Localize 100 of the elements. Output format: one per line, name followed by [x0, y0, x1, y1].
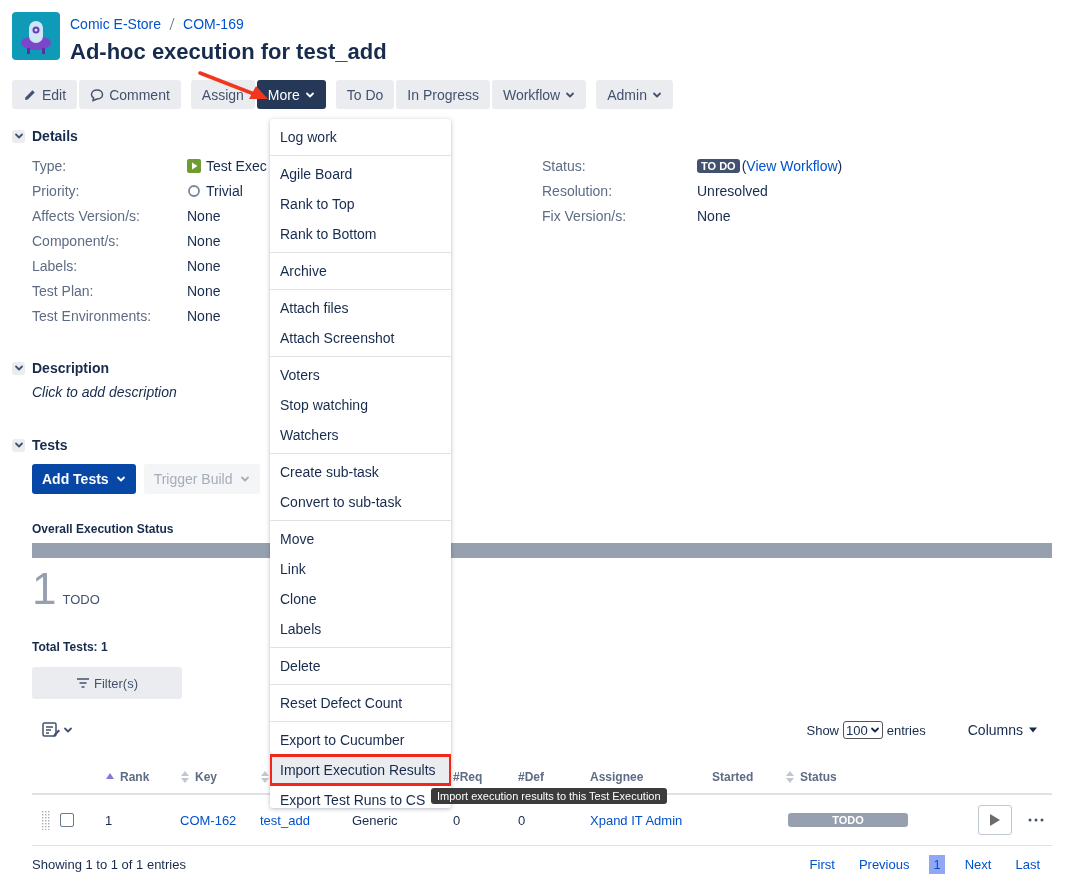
column-header[interactable]: #Req: [453, 770, 483, 784]
filter-button[interactable]: Filter(s): [32, 667, 182, 699]
collapse-toggle[interactable]: [12, 129, 25, 143]
toolbar-button[interactable]: More: [256, 80, 326, 109]
circle-icon: [187, 183, 201, 198]
entries-label: entries: [886, 722, 926, 738]
field-label: Test Environments:: [32, 307, 153, 324]
caret-down-icon: [1028, 727, 1038, 733]
collapse-toggle[interactable]: [12, 361, 25, 375]
field-value: None: [187, 307, 221, 324]
field-label: Affects Version/s:: [32, 207, 141, 224]
toolbar-button[interactable]: In Progress: [396, 80, 490, 109]
menu-item[interactable]: Import Execution Results: [270, 755, 451, 785]
pagination-link[interactable]: First: [805, 855, 839, 874]
menu-item[interactable]: Stop watching: [270, 390, 451, 420]
column-header[interactable]: Started: [712, 770, 754, 784]
annotation-arrow: [198, 70, 270, 102]
chevron-down-icon: [115, 474, 126, 484]
drag-handle-icon: [41, 810, 51, 830]
column-header[interactable]: #Def: [518, 770, 544, 784]
collapse-toggle[interactable]: [12, 438, 25, 452]
parenthesis: (: [741, 157, 747, 174]
field-value: None: [187, 207, 221, 224]
page-size-select[interactable]: 100: [843, 721, 883, 739]
requirements-cell-text: 0: [453, 812, 462, 828]
pagination-link[interactable]: Last: [1011, 855, 1044, 874]
parenthesis: ): [837, 157, 843, 174]
chevron-down-icon: [13, 440, 24, 450]
menu-item[interactable]: Log work: [270, 122, 451, 152]
column-header[interactable]: Rank: [120, 770, 150, 784]
section-heading: Tests: [32, 437, 68, 453]
breadcrumb-link[interactable]: COM-169: [183, 16, 244, 32]
section-heading: Description: [32, 360, 109, 376]
issue-title: Ad-hoc execution for test_add: [70, 38, 387, 66]
assignee-link[interactable]: Xpand IT Admin: [590, 812, 683, 828]
description-placeholder[interactable]: Click to add description: [32, 384, 177, 400]
menu-item[interactable]: Reset Defect Count: [270, 688, 451, 718]
menu-item[interactable]: Move: [270, 524, 451, 554]
filter-icon: [75, 677, 90, 689]
menu-item[interactable]: Voters: [270, 360, 451, 390]
issue-key-link[interactable]: COM-162: [180, 812, 237, 828]
menu-item[interactable]: Watchers: [270, 420, 451, 450]
rank-cell-text: 1: [105, 812, 114, 828]
toolbar-button[interactable]: To Do: [335, 80, 395, 109]
status-count-label: TODO: [62, 592, 100, 607]
test-summary-link[interactable]: test_add: [260, 812, 310, 828]
pagination-link[interactable]: Previous: [854, 855, 914, 874]
menu-item[interactable]: Convert to sub-task: [270, 487, 451, 517]
menu-item[interactable]: Clone: [270, 584, 451, 614]
chevron-down-icon: [13, 363, 24, 373]
toolbar-button[interactable]: Workflow: [491, 80, 587, 109]
toolbar-button[interactable]: Comment: [79, 80, 181, 109]
field-value: Trivial: [206, 182, 243, 199]
toolbar-button[interactable]: Assign: [190, 80, 255, 109]
column-header[interactable]: Assignee: [590, 770, 644, 784]
menu-item[interactable]: Attach Screenshot: [270, 323, 451, 353]
view-workflow-link[interactable]: View Workflow: [746, 157, 838, 174]
breadcrumb-link[interactable]: Comic E-Store: [70, 16, 162, 32]
menu-item[interactable]: Agile Board: [270, 159, 451, 189]
chevron-down-icon: [239, 474, 250, 484]
run-status-lozenge: TODO: [788, 813, 908, 827]
status-lozenge: TO DO: [697, 158, 740, 173]
menu-item[interactable]: Create sub-task: [270, 457, 451, 487]
field-label: Priority:: [32, 182, 81, 199]
test-type-cell-text: Generic: [352, 812, 399, 828]
field-label: Status:: [542, 157, 587, 174]
field-label: Fix Version/s:: [542, 207, 628, 224]
field-label: Labels:: [32, 257, 79, 274]
tooltip: Import execution results to this Test Execution: [431, 788, 667, 804]
run-button[interactable]: [978, 805, 1012, 835]
slash-icon: [168, 17, 177, 31]
menu-item[interactable]: Rank to Bottom: [270, 219, 451, 249]
menu-item[interactable]: Attach files: [270, 293, 451, 323]
pencil-icon: [23, 87, 37, 102]
columns-button[interactable]: Columns: [961, 721, 1044, 739]
column-header[interactable]: Status: [800, 770, 837, 784]
speech-bubble-icon: [90, 87, 105, 102]
field-value: None: [187, 282, 221, 299]
pagination-link[interactable]: Next: [960, 855, 996, 874]
row-checkbox[interactable]: [60, 813, 74, 827]
menu-item[interactable]: Archive: [270, 256, 451, 286]
menu-item[interactable]: Export to Cucumber: [270, 725, 451, 755]
menu-item[interactable]: Rank to Top: [270, 189, 451, 219]
overall-status-title: Overall Execution Status: [32, 522, 175, 536]
menu-item[interactable]: Labels: [270, 614, 451, 644]
defects-cell-text: 0: [518, 812, 527, 828]
field-label: Resolution:: [542, 182, 614, 199]
field-value: None: [187, 257, 221, 274]
field-label: Type:: [32, 157, 68, 174]
add-tests-button[interactable]: Add Tests: [32, 464, 136, 494]
show-label: Show: [806, 722, 839, 738]
project-logo-icon: [12, 12, 60, 60]
play-icon: [989, 813, 1001, 827]
toolbar-button[interactable]: Edit: [12, 80, 78, 109]
column-header[interactable]: Key: [195, 770, 217, 784]
menu-item[interactable]: Link: [270, 554, 451, 584]
toolbar-button[interactable]: Admin: [596, 80, 673, 109]
menu-item[interactable]: Delete: [270, 651, 451, 681]
more-actions-icon: [1028, 818, 1044, 822]
total-tests: Total Tests: 1: [32, 640, 109, 654]
